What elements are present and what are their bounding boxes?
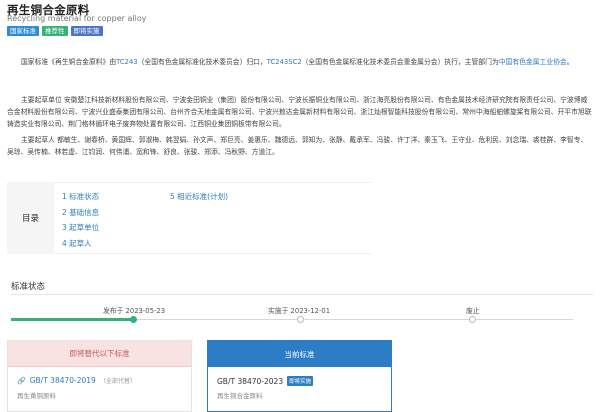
drafting-units-paragraph: 主要起草单位 安徽楚江科技新材料股份有限公司、宁波金田铜业（集团）股份有限公司、… <box>7 96 592 128</box>
toc-heading: 目录 <box>7 182 54 254</box>
desc-text: （全国有色金属标准化技术委员会）归口， <box>137 58 267 66</box>
timeline-label-abolished: 废止 <box>466 307 480 315</box>
current-standard-code: GB/T 38470-2023 <box>217 376 284 386</box>
replaced-code-row: 🔗 GB/T 38470-2019 （全部代替） <box>17 376 136 385</box>
status-heading: 标准状态 <box>11 282 46 292</box>
status-divider <box>11 294 593 295</box>
replaced-standard-name: 再生黄铜原料 <box>17 392 56 400</box>
toc-column-left: 1 标准状态 2 基础信息 3 起草单位 4 起草人 <box>62 189 99 251</box>
current-standard-name: 再生铜合金原料 <box>217 392 263 400</box>
page-subtitle: Recycling material for copper alloy <box>7 14 147 23</box>
tag-national-standard[interactable]: 国家标准 <box>7 26 39 36</box>
desc-text: 国家标准《再生铜合金原料》由 <box>21 58 117 66</box>
description-paragraph: 国家标准《再生铜合金原料》由TC243（全国有色金属标准化技术委员会）归口，TC… <box>7 56 593 68</box>
timeline-label-effective: 实施于 2023-12-01 <box>268 307 331 315</box>
link-tc243sc2[interactable]: TC243SC2 <box>267 58 302 66</box>
toc-column-right: 5 相近标准(计划) <box>170 189 228 205</box>
current-card-heading: 当前标准 <box>208 341 391 367</box>
link-tc243[interactable]: TC243 <box>116 58 137 66</box>
timeline-dot-abolished <box>469 316 476 323</box>
timeline-dot-published <box>130 316 137 323</box>
drafters-paragraph: 主要起草人 都敏生、谢春桥、黄国辉、郭淑梅、韩翌娟、孙文声、郑巨亮、姜惠乐、魏德… <box>7 136 588 156</box>
toc-item-status[interactable]: 1 标准状态 <box>62 189 99 205</box>
tag-upcoming[interactable]: 即将实施 <box>70 26 103 36</box>
desc-text: 。 <box>566 58 574 66</box>
status-timeline <box>11 316 573 323</box>
timeline-dot-effective <box>297 316 304 323</box>
current-code-row: GB/T 38470-2023 即将实施 <box>217 376 314 386</box>
tag-recommended[interactable]: 推荐性 <box>42 26 68 36</box>
replaced-standard-card: 即将替代以下标准 🔗 GB/T 38470-2019 （全部代替） 再生黄铜原料 <box>7 340 192 412</box>
toc-item-basic-info[interactable]: 2 基础信息 <box>62 205 99 221</box>
timeline-track <box>133 319 573 320</box>
timeline-progress <box>11 318 133 321</box>
link-authority[interactable]: 中国有色金属工业协会 <box>499 58 567 66</box>
desc-text: （全国有色金属标准化技术委员会重金属分会）执行，主管部门为 <box>301 58 499 66</box>
link-icon: 🔗 <box>17 376 26 385</box>
current-status-badge: 即将实施 <box>287 376 314 386</box>
toc-item-drafting-units[interactable]: 3 起草单位 <box>62 220 99 236</box>
current-standard-card: 当前标准 GB/T 38470-2023 即将实施 再生铜合金原料 <box>207 340 392 412</box>
toc-item-related[interactable]: 5 相近标准(计划) <box>170 189 228 205</box>
replaced-card-heading: 即将替代以下标准 <box>8 341 191 367</box>
tag-list: 国家标准 推荐性 即将实施 <box>7 26 103 36</box>
replaced-standard-link[interactable]: GB/T 38470-2019 <box>30 376 96 385</box>
timeline-label-published: 发布于 2023-05-23 <box>103 307 166 315</box>
replaced-note: （全部代替） <box>99 378 136 385</box>
toc-item-drafters[interactable]: 4 起草人 <box>62 236 99 252</box>
